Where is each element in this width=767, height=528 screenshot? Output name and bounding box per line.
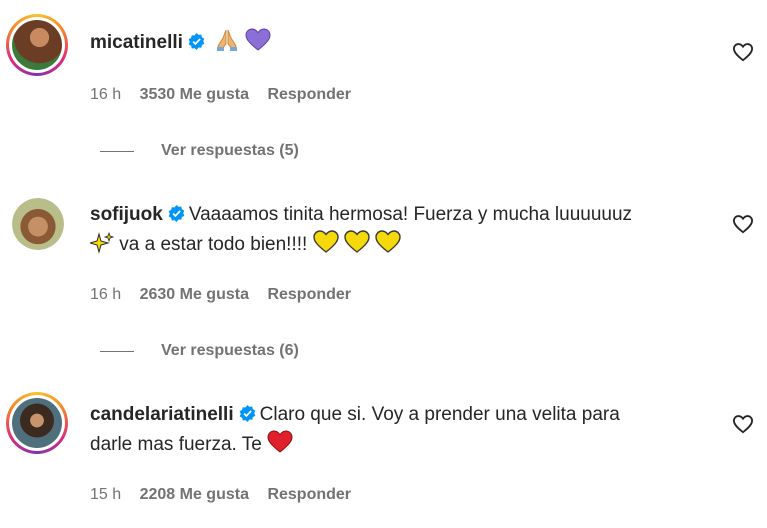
comment-text: candelariatinelli Claro que si. Voy a pre… — [90, 400, 720, 460]
verified-badge-icon — [239, 405, 255, 422]
like-heart-icon[interactable] — [732, 414, 754, 434]
likes-count[interactable]: 3530 Me gusta — [140, 86, 249, 103]
avatar[interactable] — [6, 14, 68, 76]
replies-divider — [100, 350, 134, 352]
like-heart-icon[interactable] — [732, 42, 754, 62]
comment-meta: 15 h 2208 Me gusta Responder — [90, 486, 365, 504]
yellow-heart-icon — [375, 230, 401, 253]
red-heart-icon — [267, 430, 293, 453]
comment-body-line2: va a estar todo bien!!!! — [119, 234, 308, 255]
view-replies-label[interactable]: Ver respuestas (5) — [161, 142, 299, 160]
verified-badge-icon — [168, 205, 185, 222]
timestamp: 16 h — [90, 286, 122, 303]
username[interactable]: sofijuok — [90, 204, 163, 225]
like-heart-icon[interactable] — [732, 214, 754, 234]
avatar[interactable] — [6, 392, 68, 454]
comment-meta: 16 h 3530 Me gusta Responder — [90, 86, 365, 104]
view-replies-button[interactable]: Ver respuestas (6) — [100, 342, 299, 360]
view-replies-button[interactable]: Ver respuestas (5) — [100, 142, 299, 160]
timestamp: 15 h — [90, 486, 122, 503]
avatar[interactable] — [12, 198, 64, 250]
likes-count[interactable]: 2630 Me gusta — [140, 286, 249, 303]
sparkles-icon — [90, 232, 114, 254]
yellow-heart-icon — [344, 230, 370, 253]
reply-button[interactable]: Responder — [267, 86, 351, 103]
comment-body-line2: darle mas fuerza. Te — [90, 434, 262, 455]
purple-heart-icon — [245, 28, 271, 51]
comment-text: sofijuok Vaaaamos tinita hermosa! Fuerza … — [90, 200, 720, 260]
comment-text: micatinelli — [90, 28, 720, 58]
comment-body: Claro que si. Voy a prender una velita p… — [259, 404, 620, 425]
comment-body: Vaaaamos tinita hermosa! Fuerza y mucha … — [188, 204, 633, 225]
folded-hands-icon — [217, 29, 238, 51]
reply-button[interactable]: Responder — [267, 486, 351, 503]
yellow-heart-icon — [312, 230, 339, 253]
likes-count[interactable]: 2208 Me gusta — [140, 486, 249, 503]
reply-button[interactable]: Responder — [267, 286, 351, 303]
timestamp: 16 h — [90, 86, 122, 103]
view-replies-label[interactable]: Ver respuestas (6) — [161, 342, 299, 360]
username[interactable]: candelariatinelli — [90, 404, 234, 425]
replies-divider — [100, 150, 134, 152]
verified-badge-icon — [188, 33, 205, 50]
username[interactable]: micatinelli — [90, 32, 183, 53]
comment-meta: 16 h 2630 Me gusta Responder — [90, 286, 365, 304]
